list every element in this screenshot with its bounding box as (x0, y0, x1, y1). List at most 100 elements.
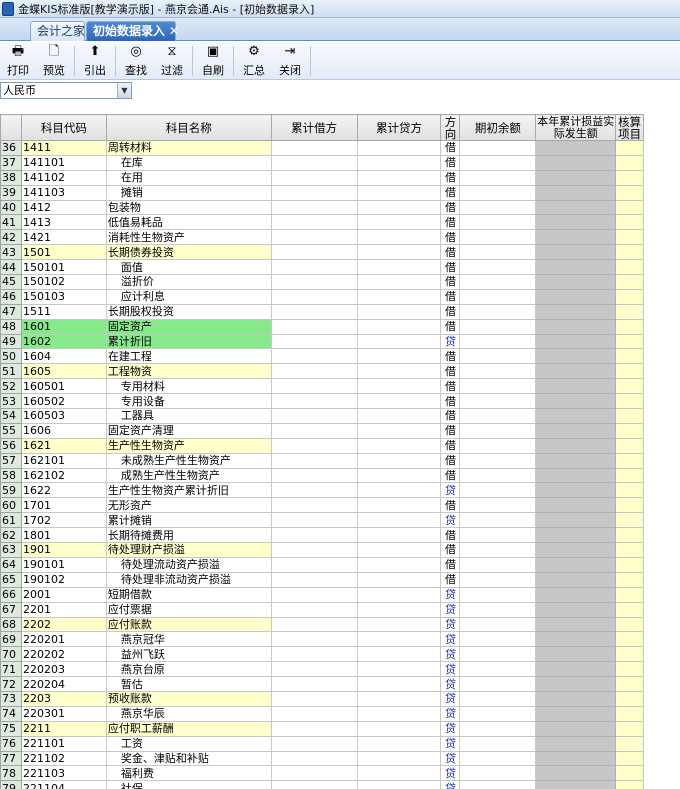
cell-credit[interactable] (356, 765, 442, 782)
cell-check[interactable] (615, 259, 645, 276)
col-header-opening[interactable]: 期初余额 (459, 114, 537, 141)
cell-code[interactable]: 150102 (20, 274, 107, 290)
cell-check[interactable] (615, 140, 645, 156)
cell-direction[interactable]: 贷 (440, 780, 461, 789)
table-row[interactable]: 61 1702 累计摊销 贷 (0, 512, 680, 529)
cell-credit[interactable] (356, 586, 442, 603)
cell-name[interactable]: 益州飞跃 (105, 646, 272, 663)
cell-debit[interactable] (270, 601, 358, 618)
cell-debit[interactable] (270, 631, 358, 648)
cell-debit[interactable] (270, 437, 358, 454)
cell-check[interactable] (615, 646, 645, 663)
col-header-direction[interactable]: 方向 (440, 114, 461, 141)
tab-initial-data-entry[interactable]: 初始数据录入 ✕ (86, 21, 179, 41)
cell-opening[interactable] (459, 274, 537, 290)
cell-name[interactable]: 工资 (105, 735, 272, 752)
cell-opening[interactable] (459, 452, 537, 469)
cell-opening[interactable] (459, 288, 537, 305)
cell-credit[interactable] (356, 318, 442, 335)
cell-debit[interactable] (270, 467, 358, 484)
cell-name[interactable]: 燕京台原 (105, 661, 272, 678)
cell-debit[interactable] (270, 750, 358, 767)
cell-credit[interactable] (356, 720, 442, 737)
cell-opening[interactable] (459, 780, 537, 789)
table-row[interactable]: 40 1412 包装物 借 (0, 199, 680, 216)
cell-code[interactable]: 160503 (20, 408, 107, 424)
cell-code[interactable]: 221101 (20, 735, 107, 752)
cell-code[interactable]: 2202 (20, 616, 107, 633)
table-row[interactable]: 78 221103 福利费 贷 (0, 765, 680, 782)
table-row[interactable]: 72 220204 暂估 贷 (0, 676, 680, 692)
cell-check[interactable] (615, 184, 645, 201)
cell-direction[interactable]: 贷 (440, 676, 461, 692)
cell-direction[interactable]: 借 (440, 229, 461, 246)
cell-code[interactable]: 1702 (20, 512, 107, 529)
cell-code[interactable]: 1511 (20, 303, 107, 320)
cell-direction[interactable]: 借 (440, 467, 461, 484)
table-row[interactable]: 77 221102 奖金、津贴和补贴 贷 (0, 750, 680, 767)
cell-opening[interactable] (459, 750, 537, 767)
cell-direction[interactable]: 贷 (440, 512, 461, 529)
cell-credit[interactable] (356, 527, 442, 544)
cell-check[interactable] (615, 601, 645, 618)
cell-direction[interactable]: 借 (440, 437, 461, 454)
table-row[interactable]: 64 190101 待处理流动资产损溢 借 (0, 556, 680, 573)
cell-name[interactable]: 预收账款 (105, 690, 272, 707)
cell-name[interactable]: 生产性生物资产 (105, 437, 272, 454)
cell-direction[interactable]: 借 (440, 452, 461, 469)
cell-credit[interactable] (356, 646, 442, 663)
cell-credit[interactable] (356, 750, 442, 767)
cell-opening[interactable] (459, 601, 537, 618)
table-row[interactable]: 75 2211 应付职工薪酬 贷 (0, 720, 680, 737)
cell-direction[interactable]: 贷 (440, 705, 461, 722)
cell-credit[interactable] (356, 244, 442, 261)
cell-credit[interactable] (356, 169, 442, 186)
cell-name[interactable]: 社保 (105, 780, 272, 789)
cell-name[interactable]: 在建工程 (105, 348, 272, 365)
cell-check[interactable] (615, 244, 645, 261)
table-row[interactable]: 68 2202 应付账款 贷 (0, 616, 680, 633)
cell-code[interactable]: 1901 (20, 542, 107, 558)
table-row[interactable]: 38 141102 在用 借 (0, 169, 680, 186)
cell-name[interactable]: 工器具 (105, 408, 272, 424)
cell-credit[interactable] (356, 154, 442, 171)
cell-debit[interactable] (270, 765, 358, 782)
cell-credit[interactable] (356, 184, 442, 201)
cell-direction[interactable]: 借 (440, 140, 461, 156)
cell-opening[interactable] (459, 705, 537, 722)
cell-opening[interactable] (459, 765, 537, 782)
cell-check[interactable] (615, 571, 645, 588)
cell-direction[interactable]: 借 (440, 422, 461, 439)
cell-opening[interactable] (459, 214, 537, 231)
toolbar-button-export[interactable]: ⬆ 引出 (77, 42, 113, 80)
cell-check[interactable] (615, 542, 645, 558)
cell-credit[interactable] (356, 542, 442, 558)
cell-credit[interactable] (356, 661, 442, 678)
cell-opening[interactable] (459, 154, 537, 171)
cell-code[interactable]: 141102 (20, 169, 107, 186)
table-row[interactable]: 55 1606 固定资产清理 借 (0, 422, 680, 439)
cell-opening[interactable] (459, 646, 537, 663)
cell-debit[interactable] (270, 646, 358, 663)
cell-opening[interactable] (459, 661, 537, 678)
cell-opening[interactable] (459, 720, 537, 737)
cell-check[interactable] (615, 720, 645, 737)
cell-debit[interactable] (270, 527, 358, 544)
cell-code[interactable]: 221102 (20, 750, 107, 767)
cell-opening[interactable] (459, 244, 537, 261)
cell-direction[interactable]: 借 (440, 393, 461, 410)
cell-name[interactable]: 工程物资 (105, 363, 272, 380)
table-row[interactable]: 71 220203 燕京台原 贷 (0, 661, 680, 678)
cell-name[interactable]: 专用材料 (105, 378, 272, 395)
table-row[interactable]: 52 160501 专用材料 借 (0, 378, 680, 395)
cell-debit[interactable] (270, 244, 358, 261)
cell-debit[interactable] (270, 184, 358, 201)
cell-opening[interactable] (459, 303, 537, 320)
cell-debit[interactable] (270, 616, 358, 633)
cell-name[interactable]: 低值易耗品 (105, 214, 272, 231)
cell-debit[interactable] (270, 452, 358, 469)
col-header-check[interactable]: 核算项目 (615, 114, 645, 141)
cell-code[interactable]: 220204 (20, 676, 107, 692)
cell-code[interactable]: 150103 (20, 288, 107, 305)
cell-debit[interactable] (270, 512, 358, 529)
